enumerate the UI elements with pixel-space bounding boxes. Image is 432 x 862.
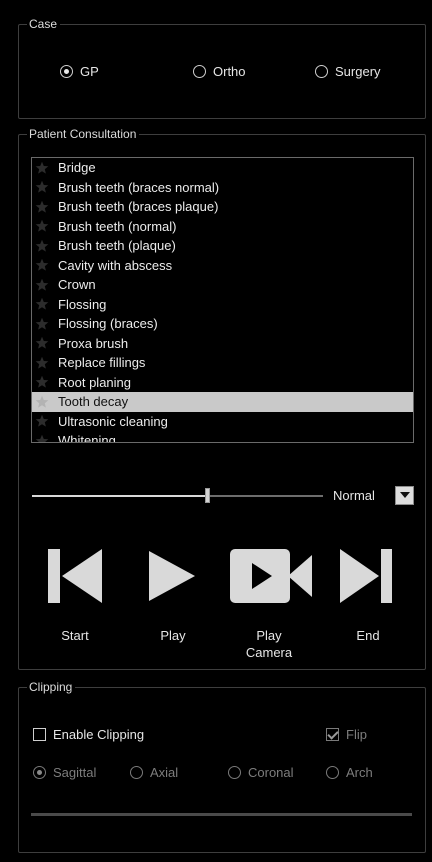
dropdown-arrow[interactable] xyxy=(395,486,414,505)
skip-start-icon xyxy=(48,549,102,603)
start-button[interactable] xyxy=(48,549,102,603)
radio-indicator xyxy=(326,766,339,779)
radio-indicator xyxy=(60,65,73,78)
star-icon xyxy=(35,395,49,408)
list-item[interactable]: Proxa brush xyxy=(32,334,413,354)
speed-value: Normal xyxy=(333,488,375,503)
consultation-title: Patient Consultation xyxy=(27,127,140,142)
play-label: Play xyxy=(160,628,186,643)
star-icon xyxy=(35,337,49,349)
star-icon xyxy=(35,298,49,310)
progress-slider[interactable] xyxy=(32,488,323,503)
checkbox-indicator xyxy=(33,728,46,741)
list-item[interactable]: Brush teeth (plaque) xyxy=(32,236,413,256)
play-camera-button[interactable] xyxy=(230,549,312,603)
list-item[interactable]: Cavity with abscess xyxy=(32,256,413,276)
clip-radio-sagittal[interactable]: Sagittal xyxy=(33,765,96,780)
list-item[interactable]: Brush teeth (braces plaque) xyxy=(32,197,413,217)
case-radio-gp[interactable]: GP xyxy=(60,64,99,79)
list-item[interactable]: Root planing xyxy=(32,373,413,393)
checkbox-indicator xyxy=(326,728,339,741)
list-item[interactable]: Crown xyxy=(32,275,413,295)
case-title: Case xyxy=(27,17,61,32)
list-item[interactable]: Brush teeth (braces normal) xyxy=(32,178,413,198)
radio-indicator xyxy=(228,766,241,779)
radio-label: Coronal xyxy=(248,765,294,780)
star-icon xyxy=(35,220,49,232)
clip-radio-axial[interactable]: Axial xyxy=(130,765,178,780)
star-icon xyxy=(35,317,49,330)
checkbox-label: Flip xyxy=(346,727,367,742)
list-item[interactable]: Brush teeth (normal) xyxy=(32,217,413,237)
clipping-title: Clipping xyxy=(27,680,76,695)
clipping-slider[interactable] xyxy=(31,813,412,816)
clip-radio-coronal[interactable]: Coronal xyxy=(228,765,294,780)
start-label: Start xyxy=(61,628,89,643)
star-icon xyxy=(35,376,49,388)
enable-clipping-checkbox[interactable]: Enable Clipping xyxy=(33,727,144,742)
radio-label: Arch xyxy=(346,765,373,780)
radio-label: Axial xyxy=(150,765,179,780)
list-item[interactable]: Flossing (braces) xyxy=(32,314,413,334)
flip-checkbox[interactable]: Flip xyxy=(326,727,367,742)
case-radio-surgery[interactable]: Surgery xyxy=(315,64,381,79)
end-button[interactable] xyxy=(340,549,392,603)
star-icon xyxy=(35,181,49,193)
checkbox-label: Enable Clipping xyxy=(53,727,145,742)
speed-dropdown[interactable]: Normal xyxy=(333,486,414,505)
play-icon xyxy=(149,551,195,601)
star-icon xyxy=(35,259,49,271)
star-icon xyxy=(35,161,49,174)
play-button[interactable] xyxy=(149,551,195,601)
radio-label: Sagittal xyxy=(53,765,97,780)
end-label: End xyxy=(356,628,380,643)
case-radio-ortho[interactable]: Ortho xyxy=(193,64,246,79)
list-item[interactable]: Bridge xyxy=(32,158,413,178)
list-item[interactable]: Replace fillings xyxy=(32,353,413,373)
list-item[interactable]: Ultrasonic cleaning xyxy=(32,412,413,432)
radio-indicator xyxy=(193,65,206,78)
star-icon xyxy=(35,200,49,213)
list-item-selected[interactable]: Tooth decay xyxy=(32,392,413,412)
star-icon xyxy=(35,415,49,427)
clip-radio-arch[interactable]: Arch xyxy=(326,765,373,780)
star-icon xyxy=(35,239,49,252)
star-icon xyxy=(35,434,49,442)
radio-label: GP xyxy=(80,64,99,79)
radio-indicator xyxy=(33,766,46,779)
star-icon xyxy=(35,356,49,369)
star-icon xyxy=(35,278,49,291)
radio-indicator xyxy=(315,65,328,78)
skip-end-icon xyxy=(340,549,392,603)
list-item[interactable]: Whitening xyxy=(32,431,413,442)
video-camera-icon xyxy=(230,549,312,603)
chevron-down-icon xyxy=(399,492,410,498)
list-item[interactable]: Flossing xyxy=(32,295,413,315)
radio-label: Ortho xyxy=(213,64,246,79)
progress-fill xyxy=(32,495,207,497)
progress-thumb[interactable] xyxy=(204,488,210,503)
radio-label: Surgery xyxy=(335,64,381,79)
play-camera-label: Play Camera xyxy=(245,628,293,660)
consultation-list[interactable]: Bridge Brush teeth (braces normal) Brush… xyxy=(31,157,414,443)
radio-indicator xyxy=(130,766,143,779)
